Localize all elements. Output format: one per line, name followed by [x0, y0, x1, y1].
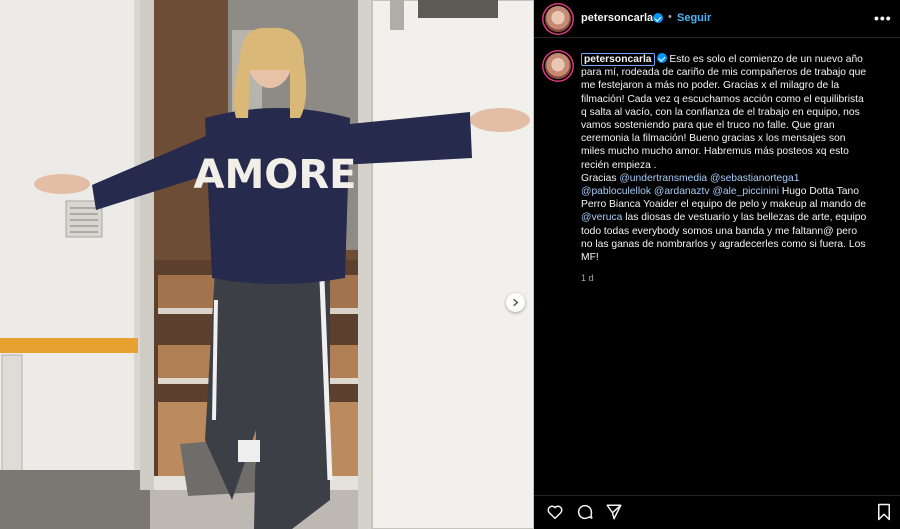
post-timestamp[interactable]: 1 d: [581, 273, 594, 283]
comment-icon[interactable]: [576, 503, 594, 521]
caption-text: Esto es solo el comienzo de un nuevo año: [669, 54, 863, 65]
author-username[interactable]: petersoncarla: [581, 12, 653, 24]
caption-line: petersoncarla Esto es solo el comienzo d…: [581, 53, 891, 66]
caption-line: Gracias @undertransmedia @sebastianorteg…: [581, 172, 891, 185]
mention-link[interactable]: @sebastianortega1: [710, 173, 799, 184]
next-photo-button[interactable]: [506, 293, 525, 312]
post-photo-illustration: AMORE: [0, 0, 534, 529]
caption-line: no las ganas de nombrarlos y agradecerle…: [581, 238, 866, 250]
post-action-bar: [534, 495, 900, 529]
bookmark-icon[interactable]: [876, 503, 892, 521]
more-options-icon[interactable]: •••: [874, 10, 892, 26]
follow-button[interactable]: Seguir: [677, 12, 711, 24]
caption-line: ceremonia la filmación! Bueno gracias x …: [581, 133, 846, 145]
caption-text: las diosas de vestuario y las bellezas d…: [625, 212, 867, 224]
mention-link[interactable]: @ale_piccinini: [712, 186, 779, 197]
caption-line: @pabloculellok @ardanaztv @ale_piccinini…: [581, 185, 891, 198]
caption-text: Hugo Dotta Tano: [781, 186, 859, 198]
caption-line: me festejaron a más no poder. Gracias x …: [581, 80, 840, 92]
post-photo[interactable]: AMORE: [0, 0, 534, 529]
sweater-text: AMORE: [194, 152, 357, 198]
verified-badge-icon: [656, 53, 667, 63]
post-side-panel: petersoncarla • Seguir ••• petersoncarla…: [534, 0, 900, 529]
mention-link[interactable]: @undertransmedia: [619, 173, 707, 184]
post-caption: petersoncarla Esto es solo el comienzo d…: [581, 53, 891, 264]
caption-line: @veruca las diosas de vestuario y las be…: [581, 211, 891, 224]
mention-link[interactable]: @ardanaztv: [654, 186, 710, 197]
send-icon[interactable]: [605, 503, 623, 521]
caption-line: q salta al vacío, con la confianza de el…: [581, 106, 860, 118]
caption-line: Perro Bianca Yoaider el equipo de pelo y…: [581, 199, 867, 211]
chevron-right-icon: [513, 298, 519, 307]
verified-badge-icon: [653, 13, 663, 23]
caption-line: recién empieza .: [581, 159, 657, 171]
caption-line: vamos sosteniendo para que el truco no f…: [581, 120, 835, 132]
caption-line: filmación! Cada vez q escuchamos acción …: [581, 93, 864, 105]
caption-line: MF!: [581, 252, 599, 264]
caption-line: todo todas everybody somos una banda y m…: [581, 225, 858, 237]
mention-link[interactable]: @pabloculellok: [581, 186, 651, 197]
post-header: petersoncarla • Seguir •••: [534, 0, 900, 38]
header-separator: •: [668, 11, 672, 23]
caption-line: miles mucho mucho amor. Habremus más pos…: [581, 146, 849, 158]
heart-icon[interactable]: [546, 503, 564, 521]
caption-author-avatar[interactable]: [545, 53, 571, 79]
mention-link[interactable]: @veruca: [581, 212, 622, 223]
author-avatar[interactable]: [545, 6, 571, 32]
caption-username[interactable]: petersoncarla: [581, 53, 655, 66]
caption-line: para mí, rodeada de cariño de mis compañ…: [581, 67, 867, 79]
thanks-text: Gracias: [581, 172, 617, 184]
